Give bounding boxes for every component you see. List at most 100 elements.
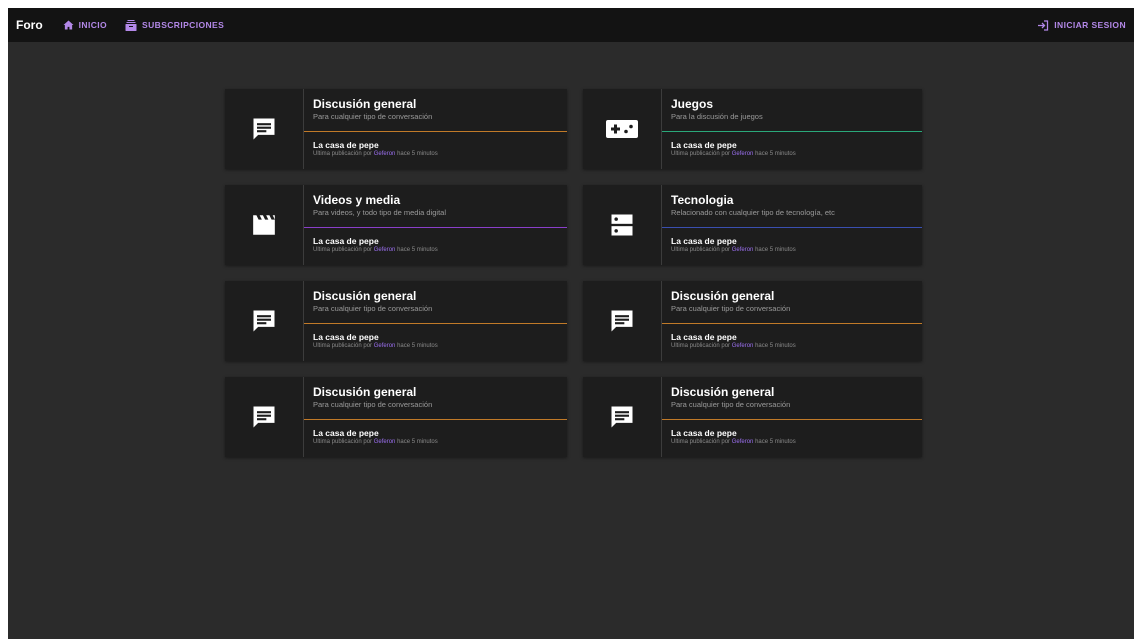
- forum-card-2[interactable]: Juegos Para la discusión de juegos La ca…: [583, 89, 922, 169]
- forum-icon-container: [583, 377, 662, 457]
- home-icon: [63, 20, 74, 30]
- forum-card-6[interactable]: Discusión general Para cualquier tipo de…: [583, 281, 922, 361]
- forum-subtitle: Para la discusión de juegos: [671, 112, 763, 121]
- forum-title[interactable]: Tecnologia: [671, 193, 913, 207]
- login-icon: [1038, 19, 1049, 31]
- last-post-author[interactable]: Geferon: [732, 151, 754, 157]
- clapperboard-icon: [253, 215, 275, 235]
- forum-icon-container: [583, 281, 662, 361]
- last-post-prefix: Ultima publicación por: [671, 247, 732, 253]
- forum-card-body: Tecnologia Relacionado con cualquier tip…: [662, 185, 922, 265]
- forum-card-body: Videos y media Para videos, y todo tipo …: [304, 185, 567, 265]
- forum-title[interactable]: Discusión general: [313, 385, 558, 399]
- last-post-time: hace 5 minutos: [397, 247, 438, 253]
- forum-card-body: Discusión general Para cualquier tipo de…: [304, 377, 567, 457]
- last-post-meta: Ultima publicación por Geferon hace 5 mi…: [313, 439, 558, 445]
- last-post-author[interactable]: Geferon: [374, 439, 396, 445]
- last-post-author[interactable]: Geferon: [732, 247, 754, 253]
- forum-title[interactable]: Discusión general: [671, 289, 913, 303]
- last-post-title[interactable]: La casa de pepe: [313, 140, 558, 150]
- forum-header: Discusión general Para cualquier tipo de…: [662, 377, 922, 419]
- last-post-title[interactable]: La casa de pepe: [671, 140, 913, 150]
- last-post-author[interactable]: Geferon: [374, 151, 396, 157]
- last-post-author[interactable]: Geferon: [732, 439, 754, 445]
- login-link[interactable]: INICIAR SESION: [1037, 19, 1126, 31]
- forum-header: Videos y media Para videos, y todo tipo …: [304, 185, 567, 227]
- forum-title[interactable]: Discusión general: [671, 385, 913, 399]
- last-post-author[interactable]: Geferon: [374, 343, 396, 349]
- forum-header: Discusión general Para cualquier tipo de…: [304, 89, 567, 131]
- forum-icon-container: [225, 281, 304, 361]
- chat-icon: [611, 406, 633, 428]
- forum-subtitle: Para cualquier tipo de conversación: [313, 112, 433, 121]
- chat-icon: [253, 310, 275, 332]
- last-post-time: hace 5 minutos: [755, 151, 796, 157]
- last-post-title[interactable]: La casa de pepe: [671, 236, 913, 246]
- forum-card-body: Juegos Para la discusión de juegos La ca…: [662, 89, 922, 169]
- last-post-prefix: Ultima publicación por: [313, 247, 374, 253]
- last-post-title[interactable]: La casa de pepe: [671, 428, 913, 438]
- forum-last-post: La casa de pepe Ultima publicación por G…: [662, 420, 922, 445]
- last-post-prefix: Ultima publicación por: [671, 439, 732, 445]
- forum-card-8[interactable]: Discusión general Para cualquier tipo de…: [583, 377, 922, 457]
- forum-title[interactable]: Discusión general: [313, 289, 558, 303]
- forum-subtitle: Relacionado con cualquier tipo de tecnol…: [671, 208, 835, 217]
- login-label: INICIAR SESION: [1054, 20, 1126, 30]
- chat-icon: [253, 406, 275, 428]
- last-post-title[interactable]: La casa de pepe: [671, 332, 913, 342]
- forum-icon-container: [225, 89, 304, 169]
- forum-last-post: La casa de pepe Ultima publicación por G…: [304, 228, 567, 253]
- forum-header: Tecnologia Relacionado con cualquier tip…: [662, 185, 922, 227]
- forum-subtitle: Para cualquier tipo de conversación: [313, 400, 433, 409]
- forum-card-5[interactable]: Discusión general Para cualquier tipo de…: [225, 281, 567, 361]
- last-post-meta: Ultima publicación por Geferon hace 5 mi…: [313, 343, 558, 349]
- last-post-title[interactable]: La casa de pepe: [313, 236, 558, 246]
- forum-card-1[interactable]: Discusión general Para cualquier tipo de…: [225, 89, 567, 169]
- last-post-prefix: Ultima publicación por: [671, 151, 732, 157]
- last-post-title[interactable]: La casa de pepe: [313, 332, 558, 342]
- nav-home-link[interactable]: INICIO: [63, 20, 107, 30]
- forum-subtitle: Para videos, y todo tipo de media digita…: [313, 208, 446, 217]
- forum-header: Discusión general Para cualquier tipo de…: [304, 281, 567, 323]
- forum-title[interactable]: Discusión general: [313, 97, 558, 111]
- forum-title[interactable]: Juegos: [671, 97, 913, 111]
- forum-card-4[interactable]: Tecnologia Relacionado con cualquier tip…: [583, 185, 922, 265]
- forum-title[interactable]: Videos y media: [313, 193, 558, 207]
- last-post-time: hace 5 minutos: [397, 343, 438, 349]
- forum-header: Juegos Para la discusión de juegos: [662, 89, 922, 131]
- forum-card-3[interactable]: Videos y media Para videos, y todo tipo …: [225, 185, 567, 265]
- nav-subscriptions-label: SUBSCRIPCIONES: [142, 20, 225, 30]
- forum-last-post: La casa de pepe Ultima publicación por G…: [662, 324, 922, 349]
- forum-header: Discusión general Para cualquier tipo de…: [662, 281, 922, 323]
- server-icon: [611, 214, 633, 236]
- forum-icon-container: [225, 377, 304, 457]
- forum-header: Discusión general Para cualquier tipo de…: [304, 377, 567, 419]
- forum-last-post: La casa de pepe Ultima publicación por G…: [662, 228, 922, 253]
- last-post-prefix: Ultima publicación por: [313, 439, 374, 445]
- last-post-title[interactable]: La casa de pepe: [313, 428, 558, 438]
- forum-card-body: Discusión general Para cualquier tipo de…: [304, 281, 567, 361]
- forum-card-7[interactable]: Discusión general Para cualquier tipo de…: [225, 377, 567, 457]
- app-window: Foro INICIO SUBSCRIPCIONES INICIAR SESIO…: [8, 8, 1134, 639]
- last-post-time: hace 5 minutos: [397, 151, 438, 157]
- gamepad-icon: [606, 120, 638, 138]
- forum-icon-container: [583, 89, 662, 169]
- last-post-time: hace 5 minutos: [755, 439, 796, 445]
- forum-subtitle: Para cualquier tipo de conversación: [671, 304, 791, 313]
- last-post-author[interactable]: Geferon: [732, 343, 754, 349]
- brand-logo[interactable]: Foro: [16, 18, 43, 32]
- forum-icon-container: [583, 185, 662, 265]
- forum-last-post: La casa de pepe Ultima publicación por G…: [304, 132, 567, 157]
- last-post-meta: Ultima publicación por Geferon hace 5 mi…: [671, 439, 913, 445]
- last-post-prefix: Ultima publicación por: [313, 151, 374, 157]
- nav-subscriptions-link[interactable]: SUBSCRIPCIONES: [125, 19, 225, 31]
- last-post-meta: Ultima publicación por Geferon hace 5 mi…: [671, 343, 913, 349]
- last-post-meta: Ultima publicación por Geferon hace 5 mi…: [671, 151, 913, 157]
- forum-last-post: La casa de pepe Ultima publicación por G…: [304, 420, 567, 445]
- forum-card-body: Discusión general Para cualquier tipo de…: [304, 89, 567, 169]
- top-navbar: Foro INICIO SUBSCRIPCIONES INICIAR SESIO…: [8, 8, 1134, 42]
- nav-home-label: INICIO: [78, 20, 108, 30]
- last-post-meta: Ultima publicación por Geferon hace 5 mi…: [313, 247, 558, 253]
- forum-subtitle: Para cualquier tipo de conversación: [313, 304, 433, 313]
- last-post-author[interactable]: Geferon: [374, 247, 396, 253]
